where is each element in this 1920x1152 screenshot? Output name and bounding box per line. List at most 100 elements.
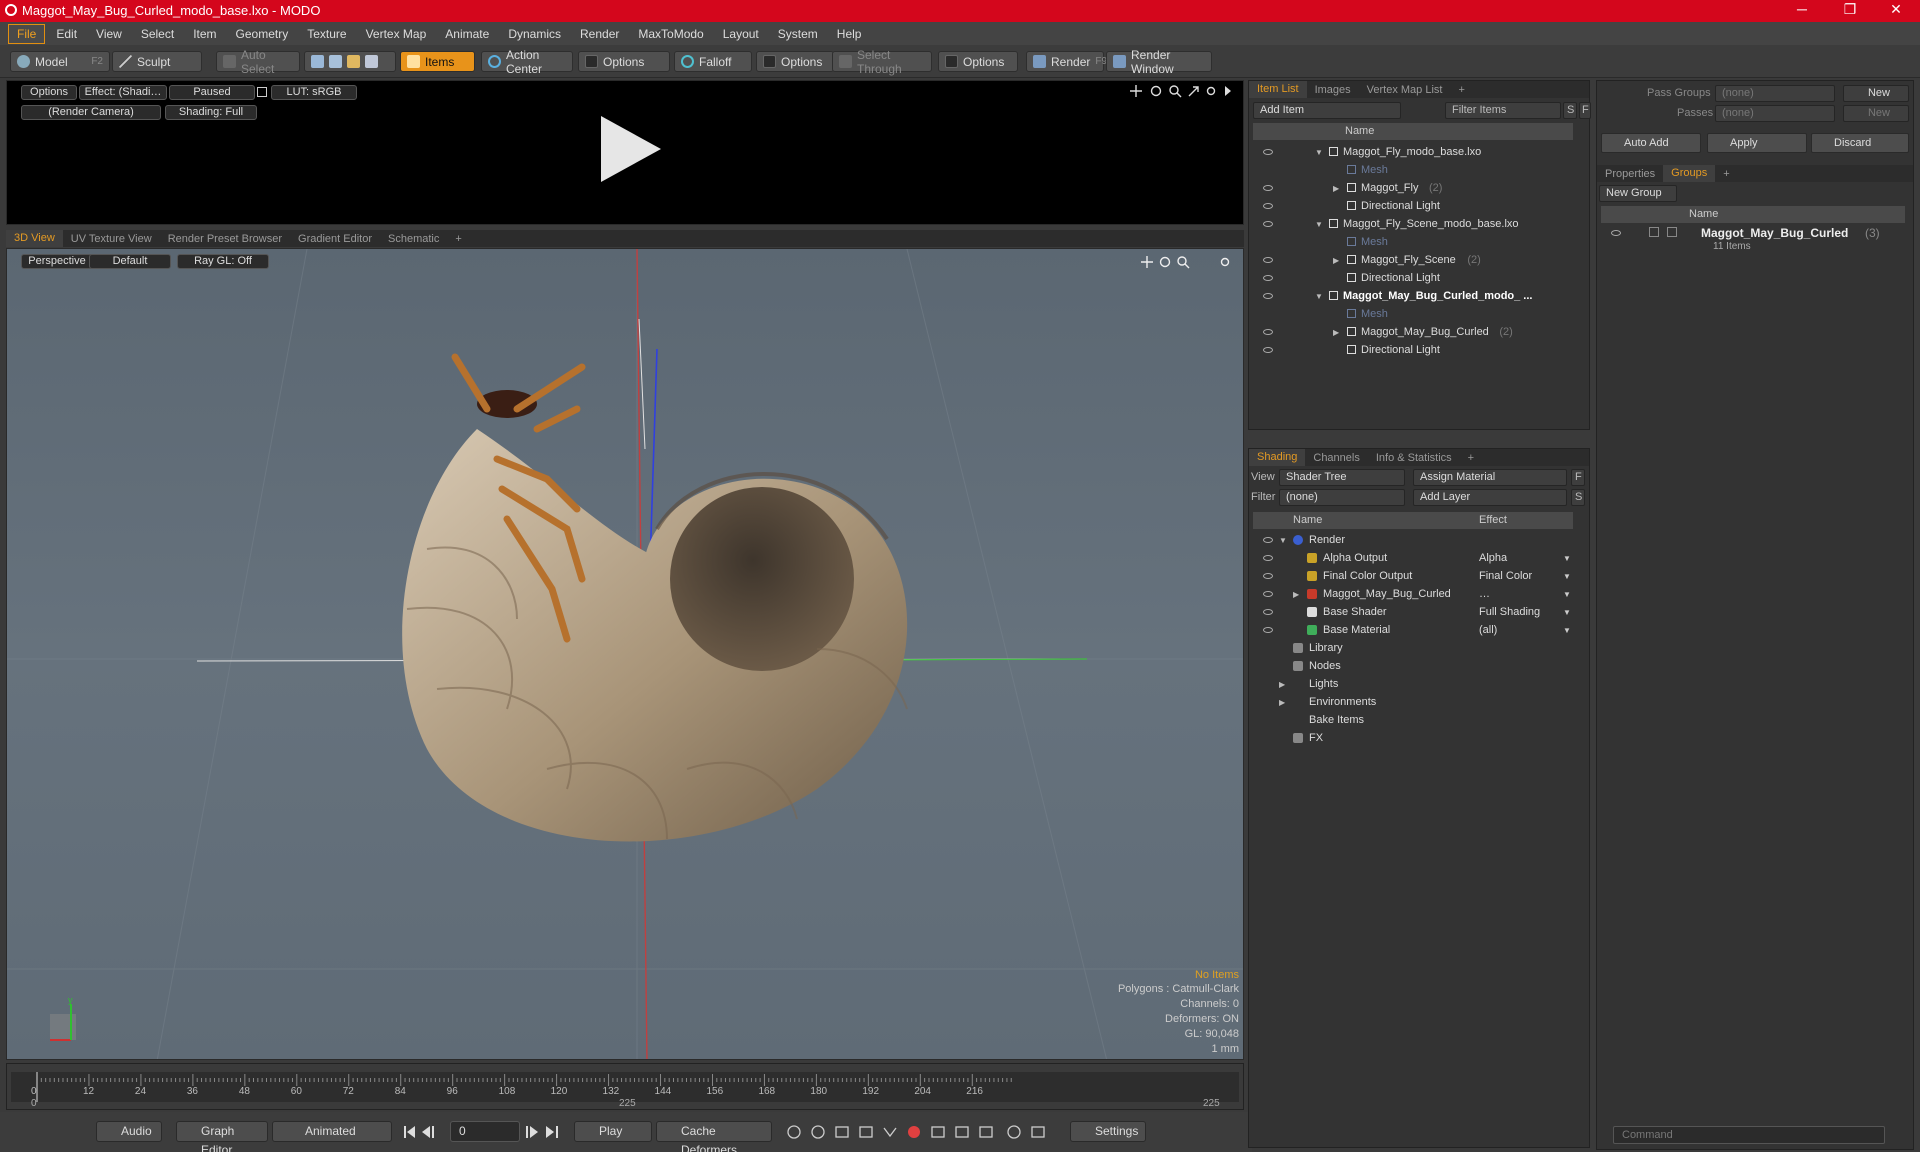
render-button[interactable]: Render F9 <box>1026 51 1107 72</box>
tab-info-statistics[interactable]: Info & Statistics <box>1368 452 1460 464</box>
expand-arrow-icon[interactable]: ▶ <box>1293 590 1299 599</box>
menu-select[interactable]: Select <box>133 25 182 43</box>
menu-file[interactable]: File <box>8 23 46 44</box>
tab-uv-texture-view[interactable]: UV Texture View <box>63 233 160 245</box>
menu-texture[interactable]: Texture <box>299 25 354 43</box>
collapse-arrow-icon[interactable]: ▼ <box>1315 292 1323 301</box>
menu-render[interactable]: Render <box>572 25 627 43</box>
expand-arrow-icon[interactable]: ▶ <box>1279 698 1285 707</box>
visibility-eye-icon[interactable] <box>1263 257 1273 263</box>
menu-system[interactable]: System <box>770 25 826 43</box>
new-pass-group-button[interactable]: New <box>1843 85 1909 102</box>
shader-tree-row[interactable]: Final Color Output Final Color ▼ <box>1253 567 1573 585</box>
item-list-row[interactable]: Directional Light <box>1253 197 1573 215</box>
visibility-eye-icon[interactable] <box>1263 537 1273 543</box>
add-item-dropdown[interactable]: Add Item <box>1253 102 1401 119</box>
visibility-eye-icon[interactable] <box>1263 275 1273 281</box>
command-input[interactable]: Command <box>1613 1126 1885 1144</box>
graph-editor-button[interactable]: Graph Editor <box>176 1121 268 1152</box>
chevron-down-icon[interactable]: ▼ <box>1563 572 1571 581</box>
model-button[interactable]: Model F2 <box>10 51 110 72</box>
visibility-eye-icon[interactable] <box>1611 230 1621 236</box>
skip-forward-icon[interactable] <box>524 1125 570 1139</box>
tab-groups[interactable]: Groups <box>1663 165 1716 182</box>
shader-tree-row[interactable]: ▶ Maggot_May_Bug_Curled … ▼ <box>1253 585 1573 603</box>
tab-3d-view[interactable]: 3D View <box>6 230 63 247</box>
raygl-dropdown[interactable]: Ray GL: Off <box>177 254 269 269</box>
shader-tree-row[interactable]: Bake Items <box>1253 711 1573 729</box>
layer-effect[interactable]: Alpha <box>1479 552 1507 564</box>
auto-select-button[interactable]: Auto Select <box>216 48 300 76</box>
chevron-down-icon[interactable]: ▼ <box>1563 626 1571 635</box>
shader-tree-row[interactable]: ▶ Lights <box>1253 675 1573 693</box>
tab-channels[interactable]: Channels <box>1305 452 1367 464</box>
pass-groups-dropdown[interactable]: (none) <box>1715 85 1835 102</box>
skip-back-icon[interactable] <box>402 1125 448 1139</box>
select-through-button[interactable]: Select Through <box>832 48 932 76</box>
menu-item[interactable]: Item <box>185 25 224 43</box>
item-list-s-button[interactable]: S <box>1563 102 1577 119</box>
polygons-mode-icon[interactable] <box>347 55 360 68</box>
maggot-model[interactable] <box>367 349 957 869</box>
preview-lut-dropdown[interactable]: LUT: sRGB <box>271 85 357 100</box>
tab--[interactable]: + <box>447 233 469 245</box>
sculpt-button[interactable]: Sculpt <box>112 51 202 72</box>
tab--[interactable]: + <box>1450 84 1472 96</box>
expand-arrow-icon[interactable]: ▶ <box>1333 328 1339 337</box>
falloff-options-button[interactable]: Options <box>756 51 834 72</box>
passes-dropdown[interactable]: (none) <box>1715 105 1835 122</box>
cache-deformers-button[interactable]: Cache Deformers <box>656 1121 772 1152</box>
shader-tree-row[interactable]: ▼ Render <box>1253 531 1573 549</box>
preview-options-button[interactable]: Options <box>21 85 77 100</box>
menu-geometry[interactable]: Geometry <box>228 25 297 43</box>
item-list-f-button[interactable]: F <box>1579 102 1591 119</box>
shading-f-button[interactable]: F <box>1571 469 1585 486</box>
preview-paused-button[interactable]: Paused <box>169 85 255 100</box>
tab--[interactable]: + <box>1715 168 1737 180</box>
tab-gradient-editor[interactable]: Gradient Editor <box>290 233 380 245</box>
menu-dynamics[interactable]: Dynamics <box>500 25 569 43</box>
materials-mode-icon[interactable] <box>365 55 378 68</box>
expand-arrow-icon[interactable]: ▶ <box>1333 184 1339 193</box>
layer-effect[interactable]: (all) <box>1479 624 1497 636</box>
chevron-down-icon[interactable]: ▼ <box>1563 608 1571 617</box>
timeline[interactable]: 0 12 24 36 48 60 72 84 96 108 120 132 144 156 168 180 19… <box>6 1063 1244 1110</box>
settings-button[interactable]: Settings <box>1070 1121 1146 1142</box>
item-list-row[interactable]: Mesh <box>1253 161 1573 179</box>
shader-tree-row[interactable]: Nodes <box>1253 657 1573 675</box>
layer-effect[interactable]: Final Color <box>1479 570 1532 582</box>
shader-tree-row[interactable]: Library <box>1253 639 1573 657</box>
shader-tree-row[interactable]: ▶ Environments <box>1253 693 1573 711</box>
item-list-row[interactable]: ▶ Maggot_Fly_Scene (2) <box>1253 251 1573 269</box>
tab-render-preset-browser[interactable]: Render Preset Browser <box>160 233 290 245</box>
tab-vertex-map-list[interactable]: Vertex Map List <box>1359 84 1451 96</box>
preview-nav-icons[interactable] <box>1127 84 1237 98</box>
item-list-row[interactable]: Directional Light <box>1253 341 1573 359</box>
item-list-row[interactable]: Mesh <box>1253 233 1573 251</box>
collapse-arrow-icon[interactable]: ▼ <box>1315 148 1323 157</box>
render-window-button[interactable]: Render Window <box>1106 48 1212 76</box>
menu-layout[interactable]: Layout <box>715 25 767 43</box>
apply-button[interactable]: Apply <box>1707 133 1807 153</box>
default-style-dropdown[interactable]: Default <box>89 254 171 269</box>
item-list-row[interactable]: ▼ Maggot_Fly_modo_base.lxo <box>1253 143 1573 161</box>
chevron-down-icon[interactable]: ▼ <box>1563 590 1571 599</box>
menu-maxtomodo[interactable]: MaxToModo <box>630 25 711 43</box>
menu-vertex-map[interactable]: Vertex Map <box>358 25 435 43</box>
3d-viewport[interactable]: Perspective Default Ray GL: Off No Items… <box>6 248 1244 1060</box>
play-button[interactable]: Play <box>574 1121 652 1142</box>
maximize-button[interactable]: ❐ <box>1830 1 1870 21</box>
select-through-options-button[interactable]: Options <box>938 51 1018 72</box>
visibility-eye-icon[interactable] <box>1263 609 1273 615</box>
visibility-eye-icon[interactable] <box>1263 555 1273 561</box>
group-lock-checkbox[interactable] <box>1649 227 1659 237</box>
tab--[interactable]: + <box>1460 452 1482 464</box>
add-layer-dropdown[interactable]: Add Layer <box>1413 489 1567 506</box>
viewport-nav-icons[interactable] <box>1139 255 1239 269</box>
preview-camera-dropdown[interactable]: (Render Camera) <box>21 105 161 120</box>
visibility-eye-icon[interactable] <box>1263 627 1273 633</box>
audio-button[interactable]: Audio <box>96 1121 162 1142</box>
visibility-eye-icon[interactable] <box>1263 347 1273 353</box>
visibility-eye-icon[interactable] <box>1263 149 1273 155</box>
visibility-eye-icon[interactable] <box>1263 573 1273 579</box>
